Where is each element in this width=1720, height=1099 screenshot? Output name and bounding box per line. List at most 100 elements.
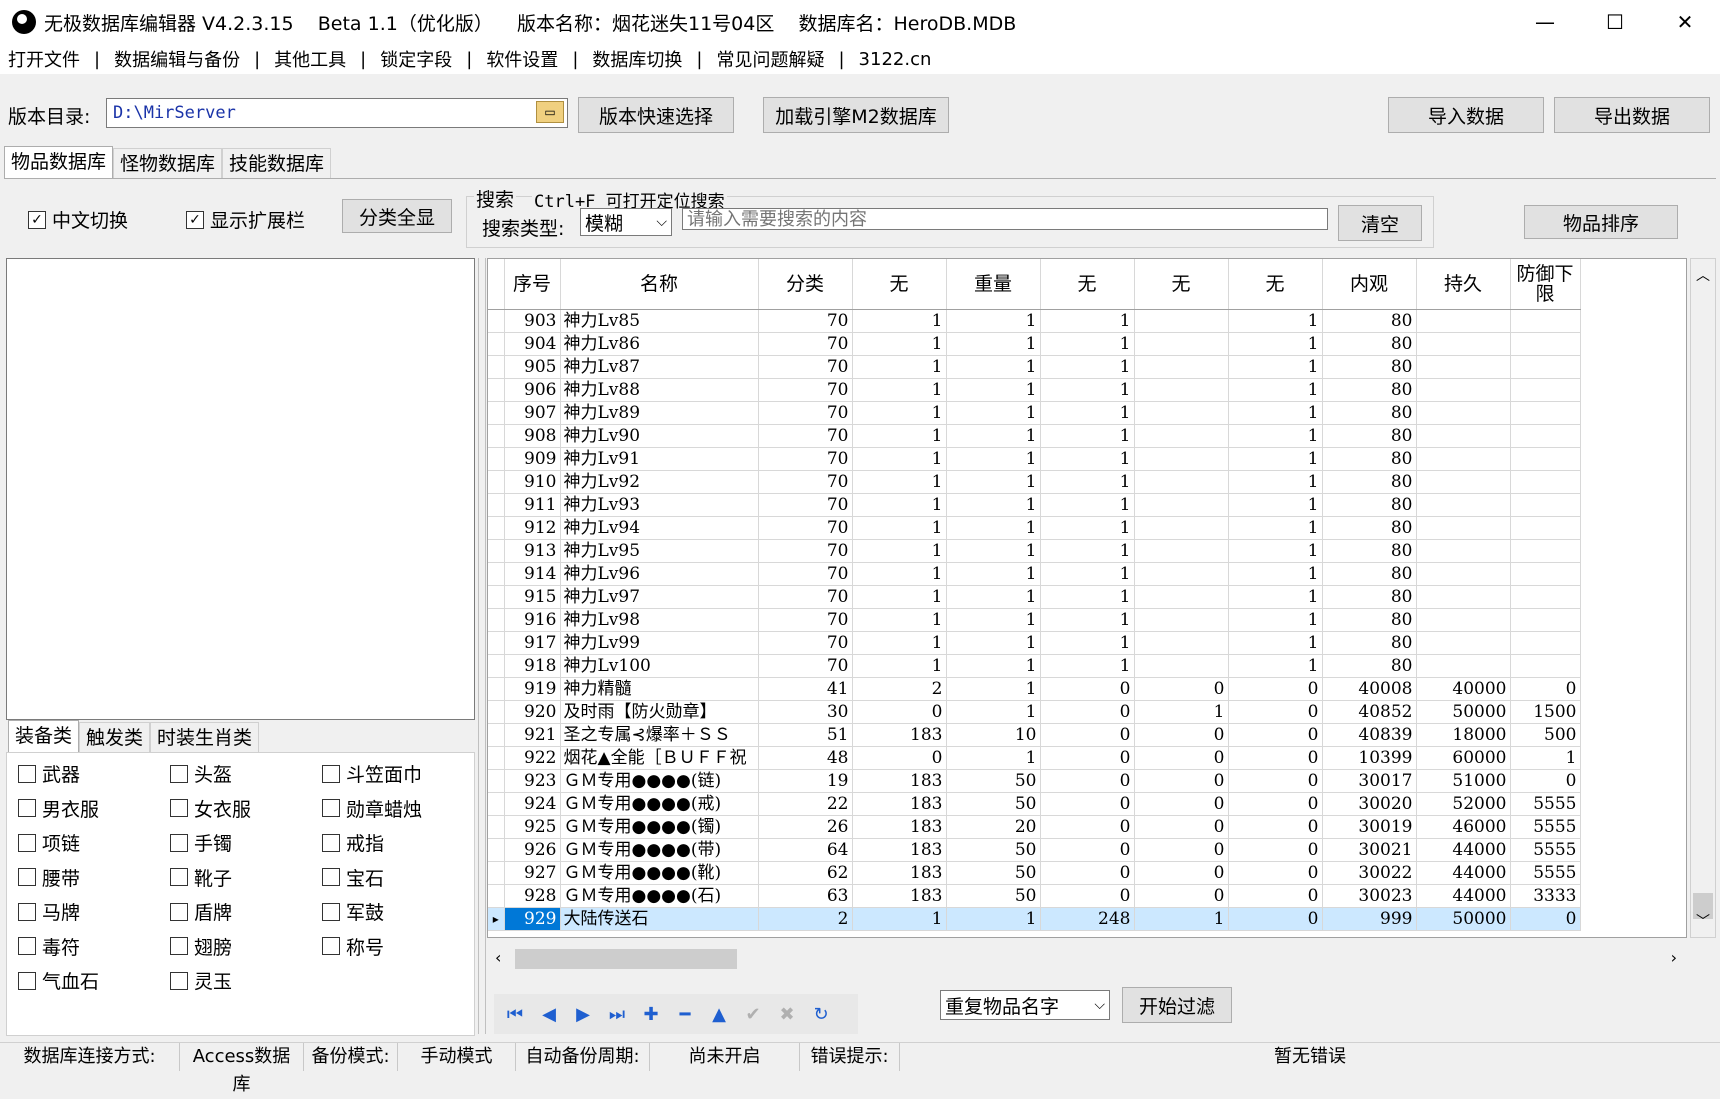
table-cell[interactable]: 1 [1040, 447, 1135, 471]
row-indicator[interactable] [488, 378, 505, 402]
table-cell[interactable]: 神力Lv87 [560, 355, 759, 379]
table-cell[interactable]: 183 [852, 838, 947, 862]
category-checkbox[interactable]: 腰带 [18, 864, 80, 891]
table-cell[interactable]: 5555 [1510, 861, 1581, 885]
row-indicator[interactable] [488, 861, 505, 885]
category-checkbox[interactable]: 盾牌 [170, 898, 232, 925]
table-cell[interactable] [1510, 539, 1581, 563]
table-cell[interactable]: 1 [1040, 539, 1135, 563]
table-cell[interactable]: 1 [1040, 378, 1135, 402]
table-cell[interactable] [1134, 424, 1229, 448]
table-cell[interactable]: 1 [1040, 470, 1135, 494]
column-header[interactable]: 无 [1228, 259, 1323, 310]
table-cell[interactable]: 62 [758, 861, 853, 885]
table-row[interactable]: 919 神力精髓 41 2 1 0 0 0 40008 40000 0 [488, 677, 1581, 701]
table-row[interactable]: ▸ 929 大陆传送石 2 1 1 248 1 0 999 50000 0 [488, 907, 1581, 931]
table-cell[interactable]: 919 [504, 677, 561, 701]
table-cell[interactable]: 183 [852, 723, 947, 747]
table-row[interactable]: 907 神力Lv89 70 1 1 1 1 80 [488, 401, 1581, 425]
row-indicator[interactable] [488, 700, 505, 724]
row-indicator[interactable] [488, 631, 505, 655]
table-cell[interactable]: 44000 [1416, 838, 1511, 862]
table-cell[interactable]: 神力Lv89 [560, 401, 759, 425]
table-cell[interactable]: 70 [758, 332, 853, 356]
table-row[interactable]: 920 及时雨【防火勋章】 30 0 1 0 1 0 40852 50000 1500 [488, 700, 1581, 724]
table-cell[interactable]: 903 [504, 309, 561, 333]
table-row[interactable]: 921 圣之专属⊰爆率＋ＳＳ 51 183 10 0 0 0 40839 18000 500 [488, 723, 1581, 747]
table-cell[interactable]: 183 [852, 884, 947, 908]
category-checkbox[interactable]: 气血石 [18, 967, 99, 994]
row-indicator[interactable] [488, 723, 505, 747]
delete-record-icon[interactable]: ━ [668, 997, 702, 1031]
table-cell[interactable]: 40839 [1322, 723, 1417, 747]
table-cell[interactable]: 80 [1322, 470, 1417, 494]
table-cell[interactable]: 0 [1134, 815, 1229, 839]
row-indicator[interactable] [488, 815, 505, 839]
table-cell[interactable]: 41 [758, 677, 853, 701]
category-checkbox[interactable]: 手镯 [170, 829, 232, 856]
row-indicator[interactable] [488, 516, 505, 540]
table-cell[interactable]: 1 [1228, 355, 1323, 379]
table-cell[interactable]: 1 [946, 309, 1041, 333]
table-cell[interactable]: 1 [1040, 516, 1135, 540]
table-cell[interactable]: 0 [1228, 723, 1323, 747]
table-cell[interactable]: 44000 [1416, 884, 1511, 908]
table-row[interactable]: 913 神力Lv95 70 1 1 1 1 80 [488, 539, 1581, 563]
table-cell[interactable]: 0 [1228, 677, 1323, 701]
column-header[interactable]: 防御下限 [1510, 259, 1581, 310]
table-cell[interactable]: 1 [1134, 907, 1229, 931]
table-cell[interactable]: 0 [1134, 677, 1229, 701]
table-cell[interactable]: 1 [852, 470, 947, 494]
table-cell[interactable] [1134, 309, 1229, 333]
table-row[interactable]: 917 神力Lv99 70 1 1 1 1 80 [488, 631, 1581, 655]
edit-record-icon[interactable]: ▲ [702, 997, 736, 1031]
table-cell[interactable]: 0 [1228, 769, 1323, 793]
table-row[interactable]: 926 ＧＭ专用●●●●(带) 64 183 50 0 0 0 30021 44000 5555 [488, 838, 1581, 862]
table-cell[interactable]: 1 [1228, 562, 1323, 586]
menu-website[interactable]: 3122.cn [859, 49, 946, 70]
table-cell[interactable] [1134, 516, 1229, 540]
table-cell[interactable]: 917 [504, 631, 561, 655]
table-cell[interactable]: 1 [852, 493, 947, 517]
category-checkbox[interactable]: 女衣服 [170, 795, 251, 822]
table-cell[interactable]: 烟花▲全能［ＢＵＦＦ祝 [560, 746, 759, 770]
minimize-button[interactable]: — [1510, 0, 1580, 44]
row-indicator[interactable] [488, 838, 505, 862]
table-cell[interactable]: 1 [852, 654, 947, 678]
table-cell[interactable]: 80 [1322, 355, 1417, 379]
table-cell[interactable] [1416, 608, 1511, 632]
row-indicator[interactable] [488, 539, 505, 563]
table-cell[interactable]: 神力Lv97 [560, 585, 759, 609]
tab-monsters[interactable]: 怪物数据库 [113, 148, 223, 178]
start-filter-button[interactable]: 开始过滤 [1122, 987, 1232, 1023]
table-cell[interactable]: 70 [758, 378, 853, 402]
table-row[interactable]: 908 神力Lv90 70 1 1 1 1 80 [488, 424, 1581, 448]
table-cell[interactable] [1134, 562, 1229, 586]
filter-type-select[interactable]: 重复物品名字 ⌵ [940, 990, 1110, 1020]
table-cell[interactable] [1416, 470, 1511, 494]
table-cell[interactable]: 0 [1040, 838, 1135, 862]
table-cell[interactable]: 26 [758, 815, 853, 839]
table-cell[interactable]: 904 [504, 332, 561, 356]
table-cell[interactable] [1416, 539, 1511, 563]
row-indicator[interactable] [488, 493, 505, 517]
table-cell[interactable]: 神力Lv92 [560, 470, 759, 494]
table-cell[interactable]: 1 [852, 608, 947, 632]
table-row[interactable]: 904 神力Lv86 70 1 1 1 1 80 [488, 332, 1581, 356]
table-cell[interactable] [1510, 470, 1581, 494]
table-row[interactable]: 905 神力Lv87 70 1 1 1 1 80 [488, 355, 1581, 379]
horizontal-scrollbar[interactable]: ‹ › [487, 946, 1687, 972]
table-cell[interactable]: 50 [946, 861, 1041, 885]
table-cell[interactable]: 51 [758, 723, 853, 747]
row-indicator[interactable] [488, 608, 505, 632]
last-record-icon[interactable]: ⏭ [600, 997, 634, 1031]
scroll-down-icon[interactable]: ﹀ [1691, 911, 1715, 931]
table-cell[interactable]: 1 [946, 562, 1041, 586]
table-cell[interactable] [1416, 562, 1511, 586]
cancel-record-icon[interactable]: ✖ [770, 997, 804, 1031]
table-cell[interactable]: 80 [1322, 516, 1417, 540]
menu-db-switch[interactable]: 数据库切换 [592, 46, 696, 72]
table-cell[interactable]: 1 [946, 746, 1041, 770]
table-cell[interactable]: 19 [758, 769, 853, 793]
table-cell[interactable] [1134, 332, 1229, 356]
